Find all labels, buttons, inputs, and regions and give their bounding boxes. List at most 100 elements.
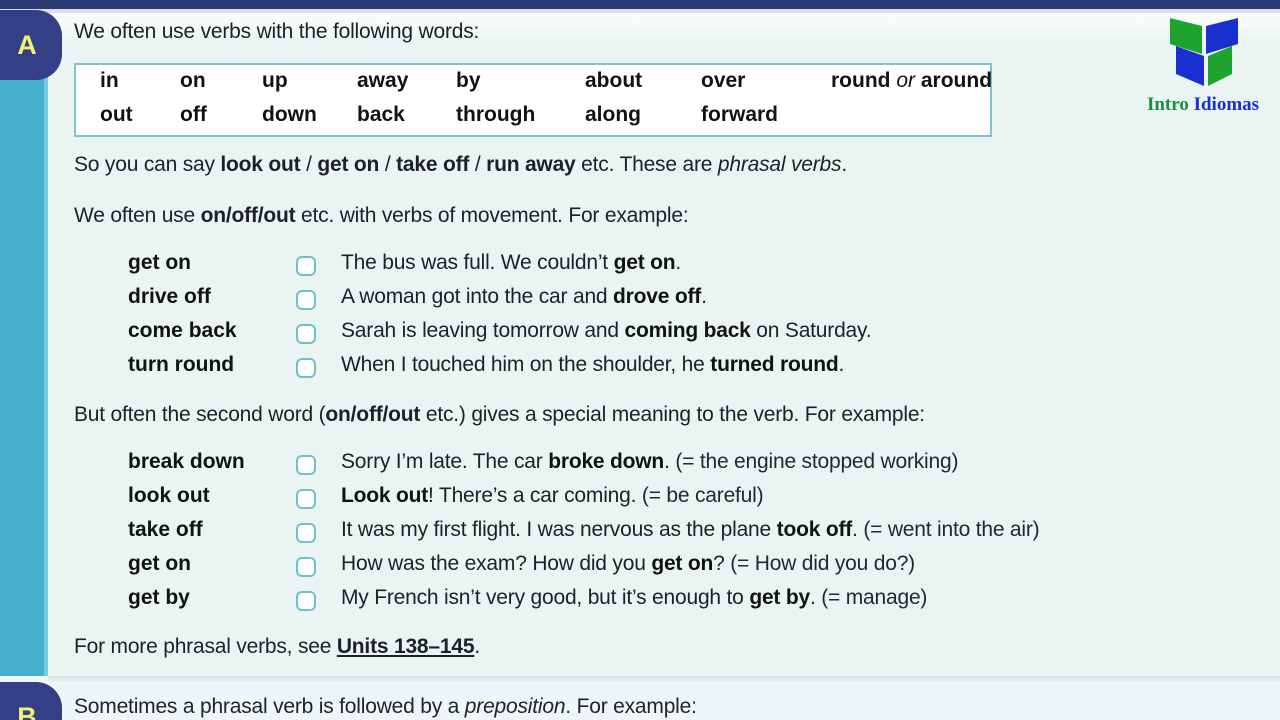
word-or: or <box>896 69 916 92</box>
sentence-after: on Saturday. <box>750 319 872 342</box>
example-row-get-on: get on The bus was full. We couldn’t get… <box>0 251 1232 284</box>
example-verb: turn round <box>128 353 235 376</box>
word-up: up <box>262 69 288 92</box>
example-row-come-back: come back Sarah is leaving tomorrow and … <box>0 319 1232 352</box>
example-row-take-off: take off It was my first flight. I was n… <box>0 518 1232 551</box>
rounded-square-bullet-icon <box>296 358 316 378</box>
example-sentence: My French isn’t very good, but it’s enou… <box>341 586 927 610</box>
movement-bold-particles: on/off/out <box>200 204 296 227</box>
units-reference-link[interactable]: Units 138–145 <box>337 635 475 658</box>
word-box-row-1: in on up away by about over round or aro… <box>76 69 993 103</box>
sentence-gloss: (= went into the air) <box>857 518 1040 541</box>
sentence-after: . <box>838 353 845 376</box>
section-divider <box>48 676 1280 683</box>
sentence-bold: broke down <box>548 450 665 473</box>
example-row-look-out: look out Look out! There’s a car coming.… <box>0 484 1232 517</box>
sentence-before: A woman got into the car and <box>341 285 614 308</box>
sycs-sep-0: / <box>300 153 318 176</box>
example-verb: get on <box>128 251 191 274</box>
example-verb: get by <box>128 586 190 609</box>
sycs-suffix: . <box>841 153 847 176</box>
sentence-after: . <box>701 285 707 308</box>
sentence-gloss: (= the engine stopped working) <box>669 450 959 473</box>
sycs-sep-2: / <box>469 153 487 176</box>
example-sentence: Sorry I’m late. The car broke down. (= t… <box>341 450 958 474</box>
sentence-bold: drove off <box>613 285 702 308</box>
rounded-square-bullet-icon <box>296 256 316 276</box>
sentence-bold: took off <box>776 518 853 541</box>
sycs-middle: etc. These are <box>575 153 718 176</box>
example-sentence: The bus was full. We couldn’t get on. <box>341 251 681 275</box>
sentence-before: The bus was full. We couldn’t <box>341 251 614 274</box>
sentence-after: ! There’s a car coming. <box>428 484 637 507</box>
word-round: round <box>831 69 891 92</box>
section-b-line: Sometimes a phrasal verb is followed by … <box>74 695 697 719</box>
sentence-before: When I touched him on the shoulder, he <box>341 353 711 376</box>
example-verb: drive off <box>128 285 211 308</box>
word-around: around <box>920 69 993 92</box>
particle-word-box: in on up away by about over round or aro… <box>74 63 992 137</box>
sycs-item-0: look out <box>220 153 301 176</box>
sentence-before: It was my first flight. I was nervous as… <box>341 518 777 541</box>
example-verb: break down <box>128 450 245 473</box>
word-box-row-2: out off down back through along forward <box>76 103 990 137</box>
word-through: through <box>456 103 536 126</box>
movement-intro-line: We often use on/off/out etc. with verbs … <box>74 204 689 228</box>
example-sentence: It was my first flight. I was nervous as… <box>341 518 1040 542</box>
word-back: back <box>357 103 405 126</box>
example-sentence: A woman got into the car and drove off. <box>341 285 707 309</box>
sentence-after: ? <box>713 552 725 575</box>
special-meaning-intro-line: But often the second word (on/off/out et… <box>74 403 925 427</box>
so-you-can-say-line: So you can say look out / get on / take … <box>74 153 847 177</box>
brand-word-intro: Intro <box>1146 94 1189 115</box>
example-sentence: Look out! There’s a car coming. (= be ca… <box>341 484 764 508</box>
rounded-square-bullet-icon <box>296 455 316 475</box>
example-verb: come back <box>128 319 237 342</box>
example-row-turn-round: turn round When I touched him on the sho… <box>0 353 1232 386</box>
sentence-bold: get on <box>651 552 714 575</box>
rounded-square-bullet-icon <box>296 489 316 509</box>
sentence-before: My French isn’t very good, but it’s enou… <box>341 586 750 609</box>
example-row-break-down: break down Sorry I’m late. The car broke… <box>0 450 1232 483</box>
rounded-square-bullet-icon <box>296 290 316 310</box>
example-sentence: When I touched him on the shoulder, he t… <box>341 353 844 377</box>
sentence-bold: turned round <box>710 353 839 376</box>
word-out: out <box>100 103 133 126</box>
brand-logo-text: Intro Idiomas <box>1130 94 1276 116</box>
word-away: away <box>357 69 409 92</box>
special-prefix: But often the second word ( <box>74 403 326 426</box>
sentence-after: . <box>675 251 682 274</box>
sentence-bold: get on <box>613 251 676 274</box>
more-prefix: For more phrasal verbs, see <box>74 635 337 658</box>
sentence-bold: get by <box>749 586 810 609</box>
sentence-bold: coming back <box>624 319 751 342</box>
sentence-gloss: (= be careful) <box>636 484 764 507</box>
example-sentence: How was the exam? How did you get on? (=… <box>341 552 915 576</box>
lesson-page: A We often use verbs with the following … <box>0 0 1280 720</box>
sentence-before: Sorry I’m late. The car <box>341 450 549 473</box>
example-verb: take off <box>128 518 203 541</box>
section-badge-b: B <box>0 682 62 720</box>
more-suffix: . <box>474 635 480 658</box>
sentence-gloss: (= manage) <box>815 586 928 609</box>
movement-suffix: etc. with verbs of movement. For example… <box>295 204 689 227</box>
sentence-lead-bold: Look out <box>341 484 429 507</box>
sycs-item-2: take off <box>396 153 470 176</box>
open-book-logo-icon <box>1170 18 1238 86</box>
rounded-square-bullet-icon <box>296 591 316 611</box>
word-off: off <box>180 103 207 126</box>
word-about: about <box>585 69 643 92</box>
word-along: along <box>585 103 641 126</box>
intro-line: We often use verbs with the following wo… <box>74 20 479 44</box>
word-over: over <box>701 69 746 92</box>
example-row-drive-off: drive off A woman got into the car and d… <box>0 285 1232 318</box>
sycs-prefix: So you can say <box>74 153 221 176</box>
section-badge-a: A <box>0 10 62 80</box>
example-verb: look out <box>128 484 210 507</box>
word-by: by <box>456 69 481 92</box>
example-row-get-by: get by My French isn’t very good, but it… <box>0 586 1232 619</box>
word-forward: forward <box>701 103 779 126</box>
sentence-gloss: (= How did you do?) <box>724 552 915 575</box>
rounded-square-bullet-icon <box>296 523 316 543</box>
sentence-before: Sarah is leaving tomorrow and <box>341 319 625 342</box>
